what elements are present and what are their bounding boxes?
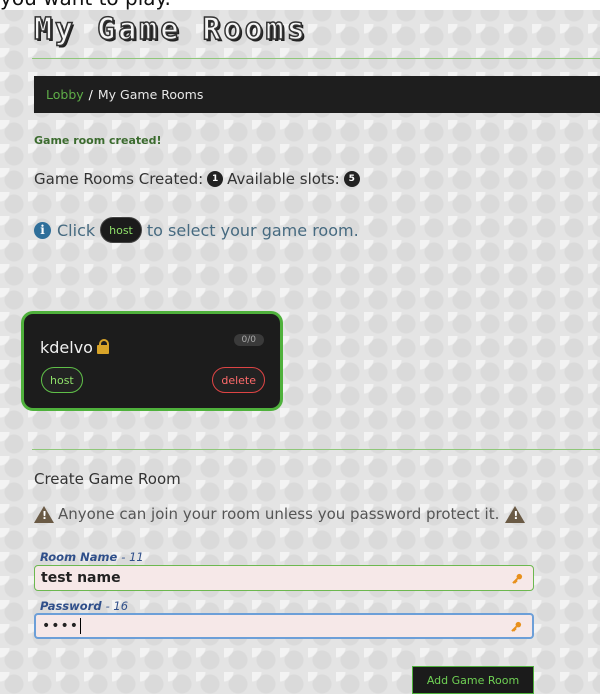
flash-message: Game room created! [34, 134, 162, 147]
password-input[interactable]: •••• [34, 613, 534, 639]
room-name-row: kdelvo [40, 338, 109, 357]
host-hint: i Click host to select your game room. [34, 217, 359, 243]
rooms-created-badge: 1 [207, 171, 224, 187]
host-button[interactable]: host [41, 367, 83, 393]
key-icon [511, 621, 522, 632]
hint-before: Click [57, 220, 96, 240]
room-slot-count: 0/0 [233, 334, 264, 346]
warning-icon [34, 505, 54, 523]
breadcrumb-lobby-link[interactable]: Lobby [46, 87, 84, 102]
password-warning: Anyone can join your room unless you pas… [34, 505, 529, 523]
room-name-remaining: - 11 [121, 550, 144, 564]
breadcrumb: Lobby / My Game Rooms [34, 76, 600, 113]
delete-button[interactable]: delete [212, 367, 265, 393]
password-remaining: - 16 [105, 599, 129, 613]
game-room-card: kdelvo 0/0 host delete [21, 311, 283, 411]
available-slots-label: Available slots: [227, 170, 340, 188]
key-icon [512, 573, 523, 584]
breadcrumb-separator: / [88, 87, 93, 102]
room-name-value: test name [41, 570, 121, 586]
add-game-room-button[interactable]: Add Game Room [412, 666, 534, 694]
warning-icon [505, 505, 526, 523]
room-name-input[interactable]: test name [34, 565, 534, 591]
rooms-created-label: Game Rooms Created: [34, 170, 204, 188]
available-slots-badge: 5 [343, 171, 360, 187]
room-stats: Game Rooms Created: 1 Available slots: 5 [34, 170, 364, 188]
warning-text: Anyone can join your room unless you pas… [58, 505, 500, 523]
info-icon: i [34, 221, 51, 239]
hint-after: to select your game room. [146, 220, 359, 240]
title-divider [32, 58, 600, 59]
page-title: My Game Rooms [33, 11, 308, 48]
text-cursor [80, 618, 82, 634]
section-divider [32, 449, 600, 450]
lock-icon [96, 339, 109, 354]
room-name-label: Room Name - 11 [40, 550, 144, 564]
password-label: Password - 16 [40, 599, 129, 613]
previous-page-text: you want to play. [0, 0, 600, 10]
room-name: kdelvo [40, 338, 93, 357]
hint-host-badge: host [100, 217, 142, 243]
breadcrumb-current: My Game Rooms [97, 87, 204, 102]
create-room-title: Create Game Room [34, 470, 181, 488]
password-value: •••• [42, 618, 80, 634]
